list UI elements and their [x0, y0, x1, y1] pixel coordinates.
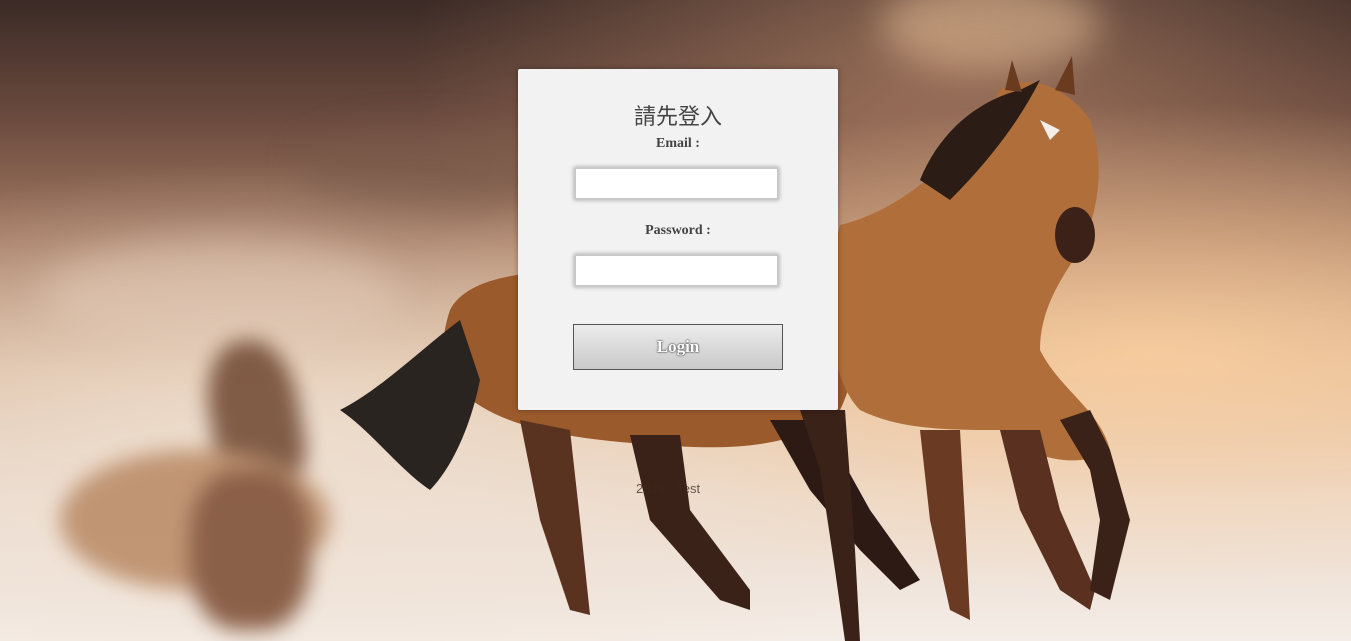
login-button[interactable]: Login	[573, 324, 783, 370]
login-panel: 請先登入 Email : Password : Login	[518, 69, 838, 410]
password-label: Password :	[645, 223, 711, 238]
login-title: 請先登入	[633, 105, 722, 130]
email-field[interactable]	[575, 168, 778, 199]
copyright-text: 2016 - Test	[636, 481, 701, 496]
email-label: Email :	[656, 136, 700, 151]
password-field[interactable]	[575, 255, 778, 286]
